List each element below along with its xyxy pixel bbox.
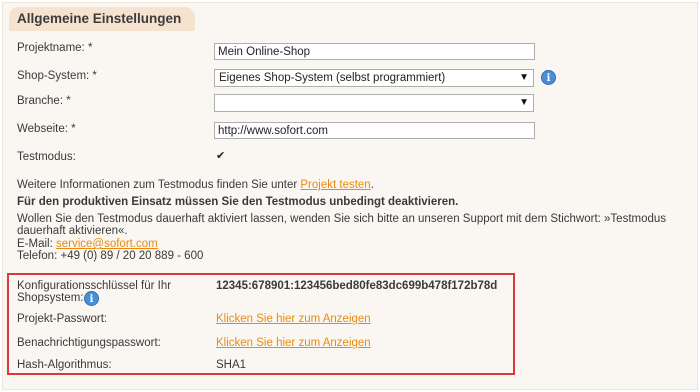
info-icon[interactable]: i: [84, 291, 99, 306]
branche-label: Branche: *: [17, 95, 71, 107]
branche-select[interactable]: ▼: [214, 94, 534, 112]
support-text-line1: Wollen Sie den Testmodus dauerhaft aktiv…: [17, 213, 667, 225]
project-name-label: Projektname: *: [17, 42, 93, 54]
project-test-link[interactable]: Projekt testen: [300, 179, 370, 191]
support-email-link[interactable]: service@sofort.com: [56, 238, 158, 250]
show-notification-password-link[interactable]: Klicken Sie hier zum Anzeigen: [216, 337, 371, 349]
info-icon[interactable]: i: [541, 70, 556, 85]
project-name-input[interactable]: [214, 43, 535, 60]
testmode-warning: Für den produktiven Einsatz müssen Sie d…: [17, 196, 459, 208]
shop-system-label: Shop-System: *: [17, 70, 97, 82]
shop-system-value: Eigenes Shop-System (selbst programmiert…: [219, 72, 446, 84]
support-email: E-Mail: service@sofort.com: [17, 238, 687, 250]
email-label: E-Mail:: [17, 238, 56, 250]
testmode-info-text: Weitere Informationen zum Testmodus find…: [17, 179, 687, 191]
hash-algorithm-label: Hash-Algorithmus:: [17, 359, 112, 371]
website-label: Webseite: *: [17, 123, 76, 135]
config-key-value: 12345:678901:123456bed80fe83dc699b478f17…: [216, 280, 498, 292]
hash-algorithm-value: SHA1: [216, 359, 247, 371]
info-text-end: .: [370, 179, 374, 191]
dropdown-arrow-icon: ▼: [519, 72, 529, 83]
config-key-label-line1: Konfigurationsschlüssel für Ihr: [17, 280, 172, 292]
project-password-label: Projekt-Passwort:: [17, 313, 108, 325]
testmode-label: Testmodus:: [17, 151, 76, 163]
notification-password-label: Benachrichtigungspasswort:: [17, 337, 161, 349]
section-title: Allgemeine Einstellungen: [9, 7, 195, 31]
config-key-label-line2: Shopsystem:: [17, 292, 84, 304]
website-input[interactable]: [214, 122, 535, 139]
show-project-password-link[interactable]: Klicken Sie hier zum Anzeigen: [216, 313, 371, 325]
shop-system-select[interactable]: Eigenes Shop-System (selbst programmiert…: [214, 69, 534, 87]
testmode-checkbox[interactable]: ✔: [216, 151, 227, 162]
support-phone: Telefon: +49 (0) 89 / 20 20 889 - 600: [17, 250, 204, 262]
support-text-line2: dauerhaft aktivieren«.: [17, 225, 128, 237]
dropdown-arrow-icon: ▼: [519, 97, 529, 108]
info-text: Weitere Informationen zum Testmodus find…: [17, 179, 301, 191]
